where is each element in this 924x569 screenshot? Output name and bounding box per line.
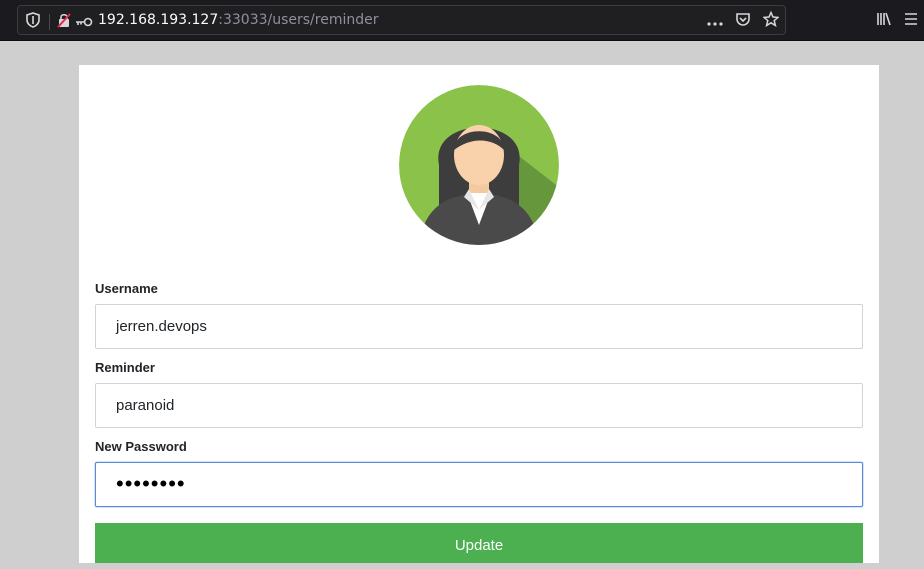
url-host: 192.168.193.127 [98, 12, 219, 28]
reminder-value: paranoid [116, 397, 175, 414]
more-icon[interactable] [707, 13, 723, 31]
browser-toolbar: 192.168.193.127:33033/users/reminder [0, 0, 924, 41]
menu-icon[interactable] [903, 11, 919, 31]
username-value: jerren.devops [116, 318, 207, 335]
pocket-icon[interactable] [735, 12, 751, 32]
update-button[interactable]: Update [95, 523, 863, 563]
url-text[interactable]: 192.168.193.127:33033/users/reminder [98, 12, 378, 28]
bookmark-star-icon[interactable] [762, 10, 780, 32]
avatar [399, 85, 559, 245]
url-path: :33033/users/reminder [218, 12, 379, 28]
reminder-input[interactable]: paranoid [95, 383, 863, 428]
new-password-input[interactable]: •••••••• [95, 462, 863, 507]
insecure-lock-icon[interactable] [57, 12, 71, 32]
password-dots: •••••••• [116, 471, 186, 496]
library-icon[interactable] [876, 11, 892, 31]
new-password-label: New Password [95, 439, 187, 454]
username-label: Username [95, 281, 158, 296]
reminder-label: Reminder [95, 360, 155, 375]
username-input[interactable]: jerren.devops [95, 304, 863, 349]
key-icon[interactable] [75, 13, 93, 32]
shield-icon[interactable] [26, 12, 40, 32]
reminder-card: Username jerren.devops Reminder paranoid… [79, 65, 879, 563]
address-bar[interactable]: 192.168.193.127:33033/users/reminder [17, 5, 786, 35]
